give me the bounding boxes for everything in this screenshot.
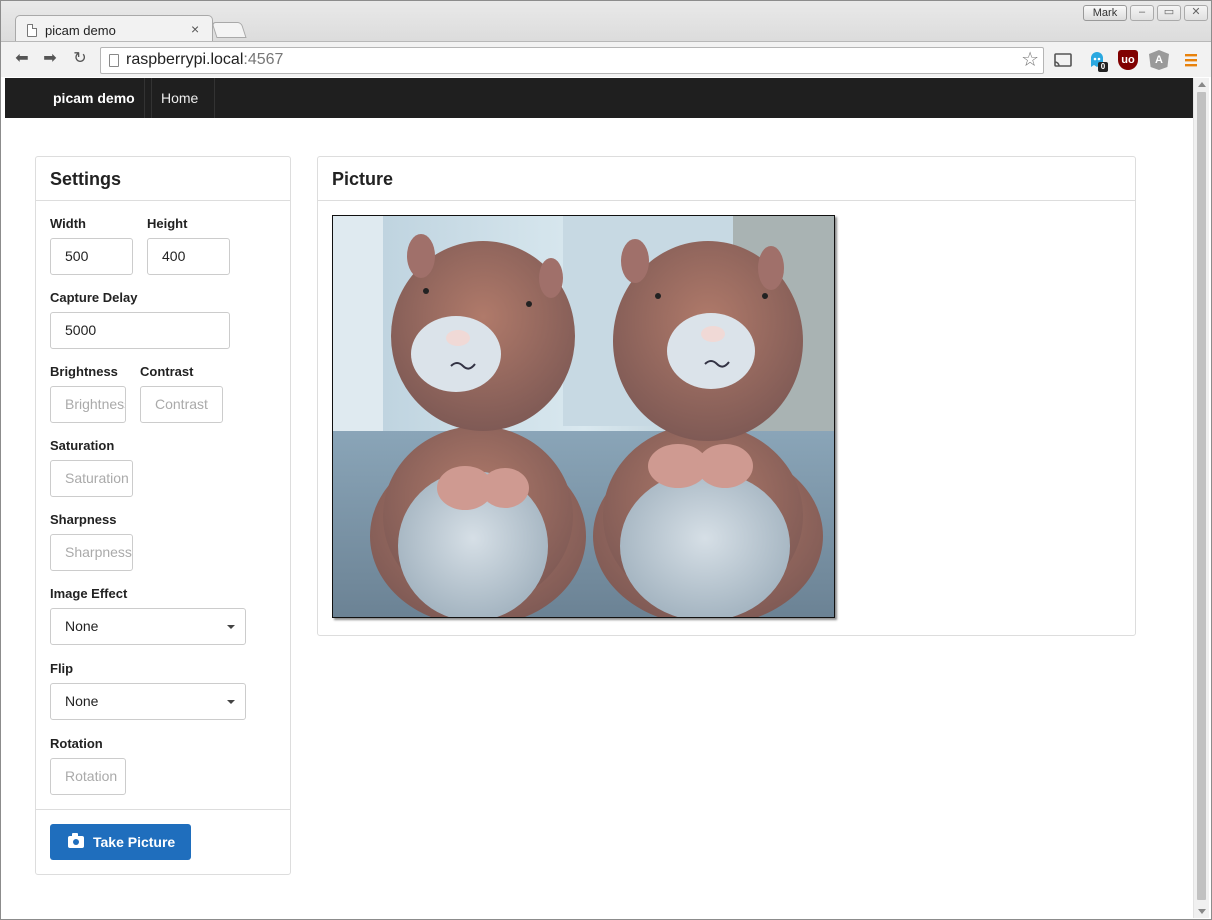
capture-delay-label: Capture Delay — [50, 290, 138, 305]
flip-value: None — [65, 693, 99, 709]
back-icon[interactable]: ⬅ — [13, 50, 31, 68]
brightness-input[interactable]: Brightness — [50, 386, 126, 423]
chevron-down-icon — [227, 700, 235, 704]
scroll-down-icon[interactable] — [1198, 909, 1206, 914]
chevron-down-icon — [227, 625, 235, 629]
new-tab-button[interactable] — [211, 22, 247, 38]
rotation-input[interactable]: Rotation — [50, 758, 126, 795]
navbar: picam demo Home — [5, 78, 1193, 118]
cast-icon[interactable] — [1053, 50, 1073, 70]
rotation-label: Rotation — [50, 736, 103, 751]
page-icon — [109, 54, 119, 67]
page-icon — [27, 23, 37, 37]
page-viewport: picam demo Home Settings Width 500 Heigh… — [5, 78, 1193, 918]
image-effect-select[interactable]: None — [50, 608, 246, 645]
footer-divider — [36, 809, 290, 810]
contrast-label: Contrast — [140, 364, 194, 379]
sharpness-input[interactable]: Sharpness — [50, 534, 133, 571]
tab-close-icon[interactable]: × — [191, 21, 199, 37]
width-input[interactable]: 500 — [50, 238, 133, 275]
settings-panel: Settings Width 500 Height 400 Capture De… — [35, 156, 291, 875]
scrollbar-thumb[interactable] — [1197, 92, 1206, 900]
take-picture-button[interactable]: Take Picture — [50, 824, 191, 860]
menu-icon[interactable] — [1181, 50, 1201, 70]
browser-tab-content[interactable]: picam demo — [27, 19, 207, 41]
angular-icon[interactable]: A — [1149, 50, 1169, 70]
flip-label: Flip — [50, 661, 74, 676]
browser-window: picam demo × Mark – ▭ ✕ ⬅ ➡ ↻ raspberryp… — [0, 0, 1212, 920]
settings-title: Settings — [36, 157, 290, 201]
ghostery-badge: 0 — [1098, 62, 1108, 72]
height-label: Height — [147, 216, 188, 231]
close-window-button[interactable]: ✕ — [1184, 5, 1208, 21]
ghostery-icon[interactable]: 0 — [1087, 50, 1108, 72]
nav-link-home[interactable]: Home — [144, 78, 216, 118]
camera-icon — [68, 833, 84, 848]
image-effect-value: None — [65, 618, 99, 634]
url-text: raspberrypi.local:4567 — [126, 51, 284, 68]
maximize-button[interactable]: ▭ — [1157, 5, 1181, 21]
contrast-input[interactable]: Contrast — [140, 386, 223, 423]
brightness-label: Brightness — [50, 364, 118, 379]
browser-toolbar: ⬅ ➡ ↻ raspberrypi.local:4567 ☆ 0 uo A — [1, 41, 1211, 77]
picture-panel: Picture — [317, 156, 1136, 636]
sharpness-label: Sharpness — [50, 512, 117, 527]
height-input[interactable]: 400 — [147, 238, 230, 275]
capture-delay-input[interactable]: 5000 — [50, 312, 230, 349]
photo-hamsters-image — [333, 216, 834, 617]
bookmark-star-icon[interactable]: ☆ — [1021, 49, 1039, 71]
width-label: Width — [50, 216, 86, 231]
ublock-icon[interactable]: uo — [1118, 50, 1138, 70]
picture-title: Picture — [318, 157, 1135, 201]
vertical-scrollbar[interactable] — [1193, 78, 1209, 918]
tab-title: picam demo — [45, 22, 116, 38]
profile-button[interactable]: Mark — [1083, 5, 1127, 21]
reload-icon[interactable]: ↻ — [71, 50, 89, 68]
flip-select[interactable]: None — [50, 683, 246, 720]
captured-photo — [332, 215, 835, 618]
minimize-button[interactable]: – — [1130, 5, 1154, 21]
image-effect-label: Image Effect — [50, 586, 128, 601]
address-bar[interactable]: raspberrypi.local:4567 ☆ — [100, 47, 1044, 74]
saturation-label: Saturation — [50, 438, 115, 453]
navbar-brand[interactable]: picam demo — [37, 78, 152, 118]
forward-icon[interactable]: ➡ — [41, 50, 59, 68]
saturation-input[interactable]: Saturation — [50, 460, 133, 497]
scroll-up-icon[interactable] — [1198, 82, 1206, 87]
title-bar: picam demo × Mark – ▭ ✕ — [1, 1, 1211, 42]
take-picture-label: Take Picture — [93, 834, 176, 850]
